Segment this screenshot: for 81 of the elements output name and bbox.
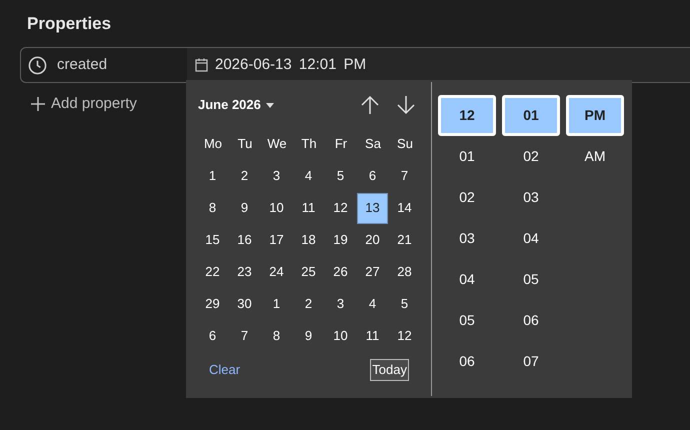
clear-link[interactable]: Clear [209, 360, 240, 380]
day-cell[interactable]: 7 [229, 320, 260, 352]
day-cell[interactable]: 3 [261, 160, 292, 192]
day-cell[interactable]: 8 [197, 192, 228, 224]
day-cell[interactable]: 29 [197, 288, 228, 320]
day-cell[interactable]: 21 [389, 224, 420, 256]
day-cell[interactable]: 6 [197, 320, 228, 352]
day-cell[interactable]: 16 [229, 224, 260, 256]
month-dropdown[interactable]: June 2026 [198, 95, 274, 115]
add-property-button[interactable]: Add property [31, 93, 137, 116]
time-option[interactable]: 02 [438, 177, 496, 218]
day-cell[interactable]: 19 [325, 224, 356, 256]
time-option[interactable]: 02 [502, 136, 560, 177]
weekday-label: We [266, 135, 288, 154]
time-option[interactable]: 05 [438, 300, 496, 341]
property-name: created [57, 54, 108, 75]
weekday-label: Mo [202, 135, 224, 154]
day-cell[interactable]: 6 [357, 160, 388, 192]
day-cell[interactable]: 15 [197, 224, 228, 256]
day-cell[interactable]: 24 [261, 256, 292, 288]
today-button[interactable]: Today [370, 359, 409, 381]
day-cell[interactable]: 7 [389, 160, 420, 192]
day-cell[interactable]: 8 [261, 320, 292, 352]
day-cell[interactable]: 25 [293, 256, 324, 288]
day-cell[interactable]: 12 [389, 320, 420, 352]
day-cell[interactable]: 13 [357, 192, 388, 224]
time-option[interactable]: 01 [438, 136, 496, 177]
time-option[interactable]: 06 [438, 341, 496, 382]
previous-month-button[interactable] [359, 93, 381, 117]
time-option[interactable]: AM [566, 136, 624, 177]
calendar-icon [195, 58, 208, 72]
day-cell[interactable]: 11 [293, 192, 324, 224]
day-cell[interactable]: 23 [229, 256, 260, 288]
day-cell[interactable]: 26 [325, 256, 356, 288]
day-cell[interactable]: 11 [357, 320, 388, 352]
section-title: Properties [27, 14, 112, 33]
time-option[interactable]: PM [566, 95, 624, 136]
day-cell[interactable]: 28 [389, 256, 420, 288]
weekday-label: Th [300, 135, 318, 154]
time-option[interactable]: 04 [502, 218, 560, 259]
time-option[interactable]: 04 [438, 259, 496, 300]
day-cell[interactable]: 9 [293, 320, 324, 352]
weekday-label: Sa [364, 135, 382, 154]
clock-icon [28, 56, 47, 74]
time-option[interactable]: 07 [502, 341, 560, 382]
day-cell[interactable]: 2 [293, 288, 324, 320]
day-cell[interactable]: 22 [197, 256, 228, 288]
day-cell[interactable]: 18 [293, 224, 324, 256]
time-option[interactable]: 03 [438, 218, 496, 259]
day-cell[interactable]: 1 [261, 288, 292, 320]
weekday-label: Fr [334, 135, 348, 154]
time-option[interactable]: 03 [502, 177, 560, 218]
day-cell[interactable]: 9 [229, 192, 260, 224]
date-value: 2026-06-13 12:01 PM [215, 54, 366, 75]
day-cell[interactable]: 5 [389, 288, 420, 320]
time-option[interactable]: 01 [502, 95, 560, 136]
day-cell[interactable]: 12 [325, 192, 356, 224]
day-cell[interactable]: 14 [389, 192, 420, 224]
day-cell[interactable]: 27 [357, 256, 388, 288]
time-option[interactable]: 12 [438, 95, 496, 136]
day-cell[interactable]: 1 [197, 160, 228, 192]
day-cell[interactable]: 10 [325, 320, 356, 352]
time-option[interactable]: 06 [502, 300, 560, 341]
next-month-button[interactable] [395, 93, 417, 117]
day-cell[interactable]: 30 [229, 288, 260, 320]
caret-icon [266, 102, 274, 108]
arrow-down-icon [397, 95, 415, 115]
arrow-up-icon [361, 95, 379, 115]
day-cell[interactable]: 2 [229, 160, 260, 192]
plus-icon [31, 97, 45, 112]
date-value-field[interactable]: 2026-06-13 12:01 PM [187, 48, 690, 82]
day-cell[interactable]: 17 [261, 224, 292, 256]
day-cell[interactable]: 4 [357, 288, 388, 320]
weekday-label: Su [396, 135, 414, 154]
day-cell[interactable]: 5 [325, 160, 356, 192]
day-cell[interactable]: 3 [325, 288, 356, 320]
time-option[interactable]: 05 [502, 259, 560, 300]
day-cell[interactable]: 4 [293, 160, 324, 192]
day-cell[interactable]: 10 [261, 192, 292, 224]
weekday-label: Tu [236, 135, 254, 154]
day-cell[interactable]: 20 [357, 224, 388, 256]
